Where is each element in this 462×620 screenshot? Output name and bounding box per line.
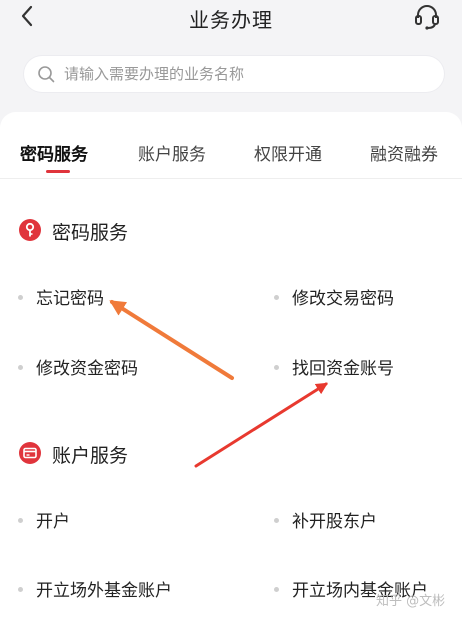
bullet-dot: [18, 517, 23, 523]
section-title-password: 密码服务: [52, 222, 129, 244]
item-label: 补开股东户: [292, 512, 377, 532]
item-add-shareholder-account[interactable]: 补开股东户: [274, 507, 377, 532]
item-label: 找回资金账号: [292, 359, 394, 379]
item-label: 开立场外基金账户: [36, 581, 172, 601]
item-label: 修改资金密码: [36, 359, 138, 379]
section-title-account: 账户服务: [52, 445, 129, 467]
item-open-account[interactable]: 开户: [18, 507, 70, 532]
tab-margin-trading[interactable]: 融资融券: [370, 140, 438, 165]
active-tab-indicator: [46, 170, 70, 173]
item-change-trade-password[interactable]: 修改交易密码: [274, 284, 394, 309]
bullet-dot: [18, 364, 23, 370]
page-title: 业务办理: [189, 8, 273, 32]
card-icon: [19, 442, 41, 464]
watermark: 知乎 @文彬: [376, 594, 446, 609]
tab-account-service[interactable]: 账户服务: [138, 140, 206, 165]
tabs-divider: [0, 178, 462, 179]
tab-password-service[interactable]: 密码服务: [20, 140, 88, 165]
search-bar[interactable]: [24, 56, 444, 92]
item-label: 修改交易密码: [292, 289, 394, 309]
key-icon: [19, 219, 41, 241]
customer-service-button[interactable]: [412, 2, 442, 32]
bullet-dot: [274, 294, 279, 300]
search-input[interactable]: [64, 56, 434, 92]
bullet-dot: [274, 517, 279, 523]
item-open-otc-fund-account[interactable]: 开立场外基金账户: [18, 576, 172, 601]
bullet-dot: [274, 364, 279, 370]
bullet-dot: [274, 586, 279, 592]
item-label: 忘记密码: [36, 289, 104, 309]
headset-icon: [415, 5, 439, 30]
tab-permission-opening[interactable]: 权限开通: [254, 140, 322, 165]
item-forgot-password[interactable]: 忘记密码: [18, 284, 104, 309]
item-recover-fund-account[interactable]: 找回资金账号: [274, 354, 394, 379]
bullet-dot: [18, 586, 23, 592]
item-label: 开户: [36, 512, 70, 532]
search-icon: [38, 66, 55, 83]
bullet-dot: [18, 294, 23, 300]
item-change-fund-password[interactable]: 修改资金密码: [18, 354, 138, 379]
